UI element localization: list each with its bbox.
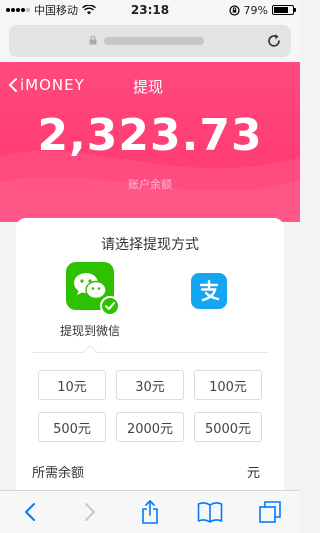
signal-icon bbox=[6, 8, 30, 12]
carrier-name: 中国移动 bbox=[34, 4, 78, 17]
status-bar: 中国移动 23:18 79% bbox=[0, 0, 300, 20]
amount-option-5000[interactable]: 5000元 bbox=[194, 412, 262, 442]
page-title: 提现 bbox=[133, 78, 164, 96]
amount-option-2000[interactable]: 2000元 bbox=[116, 412, 184, 442]
tabs-button[interactable] bbox=[255, 497, 285, 527]
reload-icon[interactable] bbox=[265, 32, 283, 50]
battery-icon bbox=[272, 5, 296, 15]
share-button[interactable] bbox=[135, 497, 165, 527]
browser-forward-button[interactable] bbox=[75, 497, 105, 527]
browser-back-button[interactable] bbox=[15, 497, 45, 527]
status-left: 中国移动 bbox=[6, 2, 96, 18]
blurred-url-placeholder bbox=[104, 37, 204, 45]
required-balance-unit: 元 bbox=[246, 466, 260, 481]
amount-option-30[interactable]: 30元 bbox=[116, 370, 184, 400]
divider bbox=[32, 352, 268, 353]
alipay-method-button[interactable] bbox=[191, 273, 227, 309]
wechat-method-button[interactable] bbox=[66, 262, 120, 316]
book-icon bbox=[197, 502, 223, 523]
browser-toolbar bbox=[0, 490, 300, 533]
browser-address-area bbox=[0, 20, 300, 62]
chevron-left-icon bbox=[8, 78, 17, 92]
amount-option-500[interactable]: 500元 bbox=[38, 412, 106, 442]
bookmarks-button[interactable] bbox=[195, 497, 225, 527]
amount-option-100[interactable]: 100元 bbox=[194, 370, 262, 400]
selected-check-icon bbox=[100, 296, 120, 316]
status-right: 79% bbox=[228, 3, 296, 17]
balance-label: 账户余额 bbox=[128, 178, 172, 191]
back-button[interactable]: iMONEY bbox=[8, 76, 85, 94]
balance-amount: 2,323.73 bbox=[37, 110, 263, 161]
back-label: iMONEY bbox=[20, 76, 85, 94]
wechat-method-label: 提现到微信 bbox=[59, 324, 120, 338]
orientation-lock-icon bbox=[228, 4, 240, 16]
battery-percent: 79% bbox=[243, 3, 268, 17]
chevron-right-icon bbox=[85, 503, 95, 521]
chevron-left-icon bbox=[25, 503, 35, 521]
selection-pointer bbox=[82, 344, 98, 360]
tabs-icon bbox=[259, 501, 281, 523]
amount-option-10[interactable]: 10元 bbox=[38, 370, 106, 400]
balance-header: iMONEY 提现 2,323.73 账户余额 bbox=[0, 62, 300, 222]
required-balance-label: 所需余额 bbox=[32, 466, 85, 481]
alipay-icon bbox=[199, 279, 220, 302]
lock-icon bbox=[89, 36, 97, 45]
wifi-icon bbox=[82, 5, 96, 15]
withdraw-method-title: 请选择提现方式 bbox=[101, 237, 199, 253]
withdraw-card: 请选择提现方式 提现到微信 10元 30元 100元 500元 2000元 50… bbox=[16, 218, 284, 508]
share-icon bbox=[142, 500, 158, 524]
address-bar[interactable] bbox=[9, 25, 291, 57]
wechat-icon bbox=[74, 273, 107, 300]
